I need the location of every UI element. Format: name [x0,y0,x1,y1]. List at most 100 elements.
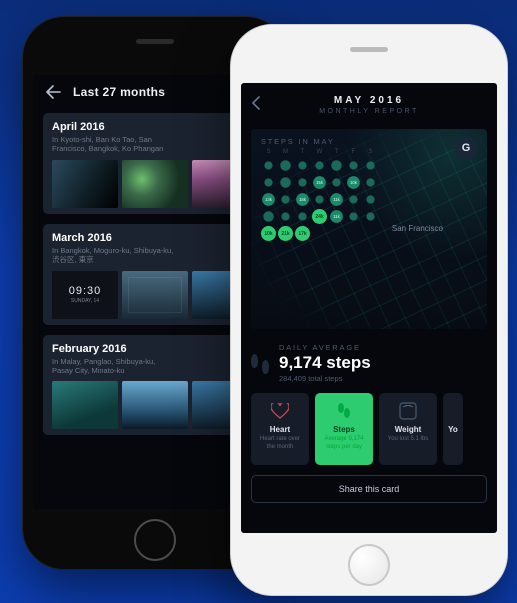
photo-thumbnail[interactable] [122,271,188,319]
day-bubble-empty [346,226,361,241]
day-bubble-empty [329,226,344,241]
bezel-bottom [231,544,507,586]
tile-subtitle: Heart rate over the month [255,436,305,451]
daily-average-block: DAILY AVERAGE 9,174 steps 284,409 total … [251,343,487,383]
dow-label: S [261,149,276,155]
report-title: MAY 2016 [251,95,487,106]
day-bubble[interactable]: 15k [313,176,326,189]
day-bubble[interactable] [298,178,306,186]
tile-subtitle: You lost 5.1 lbs [383,436,433,444]
dow-label: W [312,149,327,155]
day-bubble[interactable]: 10k [261,226,276,241]
scale-icon [383,401,433,421]
tile-title: Heart [255,425,305,434]
dow-label: T [295,149,310,155]
day-bubble[interactable] [280,177,291,188]
share-card-label: Share this card [339,484,400,494]
day-bubble[interactable] [366,161,374,169]
day-bubble[interactable] [263,211,274,222]
month-thumbnails: 09:30 SUNDAY, 14 [52,271,258,319]
tile-title: Yo [447,425,459,434]
day-bubble-empty [363,226,378,241]
day-bubble[interactable] [264,178,272,186]
home-button[interactable] [134,519,176,561]
back-arrow-icon[interactable] [45,85,61,99]
daily-average-label: DAILY AVERAGE [279,343,371,352]
calendar-bubbles: 15k 10k 13k 18k 11k [261,158,477,241]
day-bubble[interactable] [264,161,272,169]
tile-title: Steps [319,425,369,434]
dow-label: M [278,149,293,155]
day-bubble[interactable] [366,178,374,186]
month-title: February 2016 [52,343,258,355]
day-bubble[interactable] [281,212,289,220]
footprints-icon [251,350,269,376]
dow-label: S [363,149,378,155]
footprints-icon [319,401,369,421]
generic-icon [447,401,459,421]
day-bubble[interactable] [280,160,291,171]
tile-subtitle: Average 9,174 steps per day [319,436,369,451]
daily-average-value: 9,174 steps [279,353,371,373]
day-bubble[interactable]: 17k [295,226,310,241]
month-subtitle: In Kyoto-shi, Ban Ko Tao, San Francisco,… [52,135,258,154]
day-bubble[interactable] [332,178,340,186]
photo-thumbnail[interactable] [52,160,118,208]
heart-icon [255,401,305,421]
daily-average-subtitle: 284,409 total steps [279,374,371,383]
photo-thumbnail[interactable] [52,381,118,429]
day-bubble[interactable] [298,212,306,220]
day-bubble[interactable] [331,160,342,171]
month-thumbnails [52,381,258,429]
month-subtitle: In Bangkok, Moguro-ku, Shibuya-ku, 渋谷区, … [52,246,258,265]
tile-steps[interactable]: Steps Average 9,174 steps per day [315,393,373,465]
metric-tiles[interactable]: Heart Heart rate over the month Steps Av… [241,393,497,465]
day-bubble[interactable] [349,195,357,203]
speaker [350,47,388,52]
avatar-initial: G [462,142,471,154]
tile-heart[interactable]: Heart Heart rate over the month [251,393,309,465]
photo-thumbnail[interactable] [122,160,188,208]
lockscreen-thumbnail[interactable]: 09:30 SUNDAY, 14 [52,271,118,319]
photo-thumbnail[interactable] [122,381,188,429]
month-title: April 2016 [52,121,258,133]
day-bubble[interactable] [315,195,323,203]
back-chevron-icon[interactable] [251,96,261,113]
month-thumbnails [52,160,258,208]
day-bubble[interactable] [349,212,357,220]
report-screen: MAY 2016 MONTHLY REPORT G STEPS IN MAY S… [241,83,497,533]
months-header-title: Last 27 months [73,85,165,99]
day-bubble[interactable] [315,161,323,169]
month-title: March 2016 [52,232,258,244]
clock-time: 09:30 [52,285,118,297]
avatar[interactable]: G [455,137,477,159]
home-button[interactable] [348,544,390,586]
bezel-top [231,47,507,52]
report-subtitle: MONTHLY REPORT [251,108,487,115]
dow-label: F [346,149,361,155]
share-card-button[interactable]: Share this card [251,475,487,503]
day-bubble[interactable] [298,161,306,169]
day-bubble[interactable] [349,161,357,169]
day-bubble[interactable]: 11k [330,193,343,206]
dow-row: S M T W T F S [261,149,477,155]
day-bubble[interactable] [366,212,374,220]
day-bubble[interactable]: 21k [278,226,293,241]
steps-map-panel[interactable]: G STEPS IN MAY S M T W T F S [251,129,487,329]
tile-title: Weight [383,425,433,434]
dow-label: T [329,149,344,155]
day-bubble[interactable] [366,195,374,203]
speaker [136,39,174,44]
month-subtitle: In Malay, Panglao, Shibuya-ku, Pasay Cit… [52,357,258,376]
clock-day: SUNDAY, 14 [52,298,118,304]
day-bubble[interactable]: 24k [312,209,327,224]
day-bubble[interactable]: 10k [347,176,360,189]
day-bubble[interactable]: 11k [330,210,343,223]
day-bubble[interactable]: 13k [262,193,275,206]
tile-weight[interactable]: Weight You lost 5.1 lbs [379,393,437,465]
report-header: MAY 2016 MONTHLY REPORT [241,83,497,121]
day-bubble[interactable]: 18k [296,193,309,206]
day-bubble[interactable] [281,195,289,203]
steps-section-label: STEPS IN MAY [261,137,477,146]
tile-more[interactable]: Yo [443,393,463,465]
